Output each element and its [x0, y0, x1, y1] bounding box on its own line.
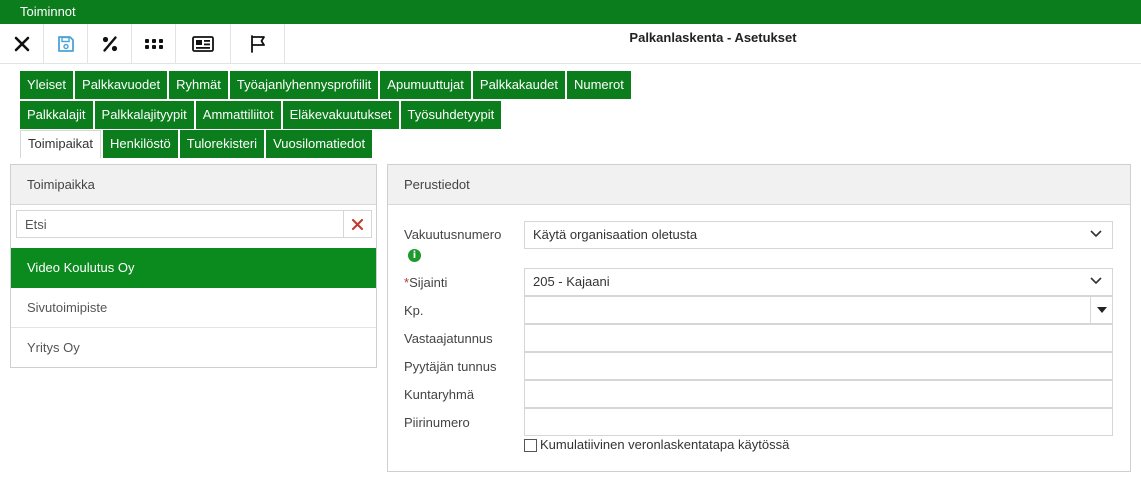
tab-tyosuhdetyypit[interactable]: Työsuhdetyypit [400, 101, 502, 129]
piirinumero-input[interactable] [524, 408, 1113, 436]
tab-apumuuttujat[interactable]: Apumuuttujat [380, 71, 471, 99]
pyytajan-tunnus-label: Pyytäjän tunnus [404, 359, 497, 374]
toolbar: Palkanlaskenta - Asetukset [0, 24, 1141, 64]
page-title: Palkanlaskenta - Asetukset [629, 30, 797, 45]
vastaajatunnus-input[interactable] [524, 324, 1113, 352]
sijainti-value: 205 - Kajaani [533, 274, 610, 289]
chevron-down-icon [1090, 230, 1102, 238]
search-box [16, 210, 372, 238]
chevron-down-icon [1090, 277, 1102, 285]
caret-down-icon [1096, 307, 1107, 313]
tab-ryhmat[interactable]: Ryhmät [169, 71, 228, 99]
tab-palkkakaudet[interactable]: Palkkakaudet [472, 71, 565, 99]
tab-row-1: Yleiset Palkkavuodet Ryhmät Työajanlyhen… [20, 71, 633, 99]
piirinumero-label: Piirinumero [404, 415, 470, 430]
sijainti-select[interactable]: 205 - Kajaani [524, 268, 1113, 296]
tab-yleiset[interactable]: Yleiset [20, 71, 74, 99]
tab-palkkavuodet[interactable]: Palkkavuodet [75, 71, 168, 99]
kp-dropdown-button[interactable] [1090, 297, 1112, 323]
top-menu-bar: Toiminnot [0, 0, 1141, 24]
kp-combobox[interactable] [524, 296, 1113, 324]
tab-tyoajanlyhennysprofiilit[interactable]: Työajanlyhennysprofiilit [229, 71, 379, 99]
vakuutusnumero-value: Käytä organisaation oletusta [533, 227, 698, 242]
tab-toimipaikat[interactable]: Toimipaikat [20, 130, 102, 158]
tab-numerot[interactable]: Numerot [566, 71, 631, 99]
workplace-list-panel: Toimipaikka Video Koulutus Oy Sivutoimip… [10, 164, 377, 368]
tab-palkkalajit[interactable]: Palkkalajit [20, 101, 93, 129]
tab-palkkalajityypit[interactable]: Palkkalajityypit [94, 101, 194, 129]
basic-info-panel: Perustiedot Vakuutusnumero i Käytä organ… [387, 164, 1131, 472]
basic-info-header: Perustiedot [388, 165, 1130, 205]
sijainti-label: *Sijainti [404, 275, 447, 290]
kuntaryhma-label: Kuntaryhmä [404, 387, 475, 402]
clear-search-button[interactable] [343, 211, 371, 237]
pyytajan-tunnus-input[interactable] [524, 352, 1113, 380]
tab-ammattiliitot[interactable]: Ammattiliitot [195, 101, 281, 129]
workplace-panel-header: Toimipaikka [11, 165, 376, 205]
sijainti-label-text: Sijainti [409, 275, 448, 290]
tab-row-2: Palkkalajit Palkkalajityypit Ammattiliit… [20, 101, 503, 129]
vastaajatunnus-label: Vastaajatunnus [404, 331, 493, 346]
kuntaryhma-input[interactable] [524, 380, 1113, 408]
kumulatiivinen-checkbox[interactable] [524, 439, 537, 452]
clear-icon [352, 218, 363, 230]
vakuutusnumero-select[interactable]: Käytä organisaation oletusta [524, 221, 1113, 249]
tab-vuosilomatiedot[interactable]: Vuosilomatiedot [266, 130, 373, 158]
workplace-item[interactable]: Sivutoimipiste [11, 288, 376, 328]
kumulatiivinen-label: Kumulatiivinen veronlaskentatapa käytöss… [540, 437, 790, 452]
workplace-item[interactable]: Video Koulutus Oy [11, 248, 376, 288]
menu-title[interactable]: Toiminnot [20, 4, 76, 19]
kp-label: Kp. [404, 303, 424, 318]
tab-tulorekisteri[interactable]: Tulorekisteri [179, 130, 265, 158]
tab-elakevakuutukset[interactable]: Eläkevakuutukset [282, 101, 399, 129]
tab-row-3: Toimipaikat Henkilöstö Tulorekisteri Vuo… [20, 130, 374, 158]
tab-henkilosto[interactable]: Henkilöstö [103, 130, 178, 158]
info-icon[interactable]: i [408, 249, 421, 262]
vakuutusnumero-label: Vakuutusnumero [404, 227, 502, 242]
search-input[interactable] [17, 211, 347, 237]
workplace-item[interactable]: Yritys Oy [11, 328, 376, 368]
